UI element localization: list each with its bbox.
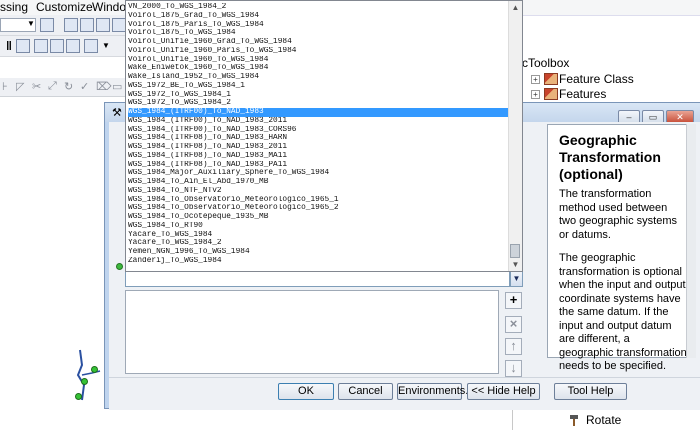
expand-icon[interactable]: + [531, 75, 540, 84]
edit-vertices-icon[interactable]: ⊦ [2, 80, 8, 93]
split-icon[interactable]: ⤢ [48, 80, 57, 93]
dropdown-item-selected[interactable]: WGS_1984_(ITRF00)_To_NAD_1983 [128, 108, 508, 117]
map-point[interactable] [81, 378, 88, 385]
map-point[interactable] [91, 366, 98, 373]
measure-icon[interactable] [66, 39, 80, 53]
find-icon[interactable] [34, 39, 48, 53]
scroll-down-icon[interactable]: ▼ [509, 258, 522, 271]
scroll-thumb[interactable] [510, 244, 520, 258]
dropdown-item[interactable]: Wake_Island_1952_To_WGS_1984 [128, 73, 508, 82]
environments-button[interactable]: Environments... [397, 383, 474, 400]
dropdown-item[interactable]: WGS_1984_(ITRF00)_To_NAD_1983_CORS96 [128, 126, 508, 135]
help-paragraph: The transformation method used between t… [559, 188, 677, 241]
goto-xy-icon[interactable] [50, 39, 64, 53]
menu-geoprocessing[interactable]: ssing [0, 0, 28, 14]
identify-icon[interactable] [16, 39, 30, 53]
dropdown-item[interactable]: Voirol_1875_To_WGS_1984 [128, 29, 508, 38]
catalog-icon[interactable] [96, 18, 110, 32]
chevron-down-icon[interactable]: ▼ [27, 19, 35, 28]
hammer-icon: ⚒ [112, 107, 122, 119]
tool-help-button[interactable]: Tool Help [554, 383, 627, 400]
tree-item-feature-class[interactable]: + Feature Class [531, 72, 691, 88]
layout-icon[interactable] [80, 18, 94, 32]
toolbox-title: cToolbox [522, 56, 570, 70]
menu-customize[interactable]: Customize [36, 0, 93, 14]
toolbox-icon [544, 73, 558, 85]
ok-button[interactable]: OK [278, 383, 334, 400]
tools-toolbar: ǁ ▼ [0, 36, 126, 57]
remove-button[interactable]: × [505, 316, 522, 333]
rotate-tool-icon[interactable]: ↻ [64, 80, 73, 93]
dropdown-item[interactable]: WGS_1984_Major_Auxiliary_Sphere_To_WGS_1… [128, 169, 508, 178]
dropdown-item[interactable]: Voirol_Unifie_1960_Grad_To_WGS_1984 [128, 38, 508, 47]
dropdown-item[interactable]: WGS_1984_To_Observatorio_Meteorologico_1… [128, 204, 508, 213]
dropdown-item[interactable]: WGS_1984_To_RT90 [128, 222, 508, 231]
standard-toolbar: ▼ [0, 15, 126, 36]
dropdown-item[interactable]: WGS_1984_To_NTF_NTv2 [128, 187, 508, 196]
editor-icon[interactable] [40, 18, 54, 32]
reshape-icon[interactable]: ◸ [16, 80, 24, 93]
dropdown-item[interactable]: Voirol_Unifie_1960_To_WGS_1984 [128, 56, 508, 65]
tree-item-rotate[interactable]: Rotate [569, 413, 669, 429]
dropdown-item[interactable]: WGS_1984_To_Observatorio_Meteorologico_1… [128, 196, 508, 205]
cancel-button[interactable]: Cancel [338, 383, 393, 400]
dropdown-item[interactable]: Yemen_NGN_1996_To_WGS_1984 [128, 248, 508, 257]
parameter-list[interactable] [125, 290, 499, 374]
dropdown-item[interactable]: WGS_1984_To_Ocotepeque_1935_MB [128, 213, 508, 222]
chevron-down-icon[interactable]: ▼ [510, 271, 523, 287]
search-window-icon[interactable] [112, 18, 126, 32]
valid-indicator-icon [116, 263, 123, 270]
help-paragraph: The geographic transformation is optiona… [559, 252, 687, 372]
dropdown-item[interactable]: WGS_1984_(ITRF00)_To_NAD_1983_2011 [128, 117, 508, 126]
expand-icon[interactable]: + [531, 90, 540, 99]
dropdown-item[interactable]: WGS_1984_(ITRF08)_To_NAD_1983_HARN [128, 134, 508, 143]
dropdown-item[interactable]: WGS_1984_(ITRF08)_To_NAD_1983_PA11 [128, 161, 508, 170]
tree-item-features[interactable]: + Features [531, 87, 691, 103]
table-icon[interactable] [64, 18, 78, 32]
dropdown-scrollbar[interactable] [508, 1, 522, 271]
add-button[interactable]: + [505, 292, 522, 309]
hammer-icon [570, 415, 578, 426]
sketch-properties-icon[interactable]: ▭ [112, 80, 122, 93]
dropdown-item[interactable]: Wake_Eniwetok_1960_To_WGS_1984 [128, 64, 508, 73]
attributes-icon[interactable]: ✓ [80, 80, 89, 93]
scroll-up-icon[interactable]: ▲ [509, 1, 522, 14]
geographic-transformation-combo[interactable] [125, 271, 510, 287]
dropdown-item[interactable]: WGS_1984_(ITRF08)_To_NAD_1983_2011 [128, 143, 508, 152]
help-scrollbar[interactable] [686, 124, 696, 358]
dropdown-item[interactable]: WGS_1972_BE_To_WGS_1984_1 [128, 82, 508, 91]
cut-polygon-icon[interactable]: ✂ [32, 80, 41, 93]
help-title: Geographic Transformation (optional) [559, 132, 661, 182]
map-point[interactable] [75, 393, 82, 400]
move-down-button[interactable]: ↓ [505, 360, 522, 377]
dropdown-item[interactable]: WGS_1972_To_WGS_1984_2 [128, 99, 508, 108]
dropdown-item[interactable]: Voirol_1875_Paris_To_WGS_1984 [128, 21, 508, 30]
dropdown-item[interactable]: WGS_1984_(ITRF08)_To_NAD_1983_MA11 [128, 152, 508, 161]
toolbox-icon [544, 88, 558, 100]
tree-item-label: Rotate [586, 413, 622, 427]
dropdown-item[interactable]: Voirol_Unifie_1960_Paris_To_WGS_1984 [128, 47, 508, 56]
dropdown-item[interactable]: WGS_1984_To_Ain_El_Abd_1970_MB [128, 178, 508, 187]
sketch-icon[interactable]: ⌦ [96, 80, 112, 93]
dropdown-item[interactable]: WGS_1972_To_WGS_1984_1 [128, 91, 508, 100]
pan-icon[interactable]: ǁ [6, 39, 12, 53]
dropdown-item[interactable]: Yacare_To_WGS_1984_2 [128, 239, 508, 248]
dropdown-item[interactable]: VN_2000_To_WGS_1984_2 [128, 3, 508, 12]
drawing-toolbar: ⊦ ◸ ✂ ⤢ ↻ ✓ ⌦ ▭ [0, 78, 126, 97]
move-up-button[interactable]: ↑ [505, 338, 522, 355]
dropdown-item[interactable]: Zanderij_To_WGS_1984 [128, 257, 508, 266]
tree-item-label: Feature Class [559, 72, 634, 86]
hyperlink-icon[interactable] [84, 39, 98, 53]
dropdown-item[interactable]: Voirol_1875_Grad_To_WGS_1984 [128, 12, 508, 21]
chevron-down-icon[interactable]: ▼ [102, 41, 110, 50]
tree-item-label: Features [559, 87, 607, 101]
dropdown-item[interactable]: Yacare_To_WGS_1984 [128, 231, 508, 240]
hide-help-button[interactable]: << Hide Help [467, 383, 540, 400]
